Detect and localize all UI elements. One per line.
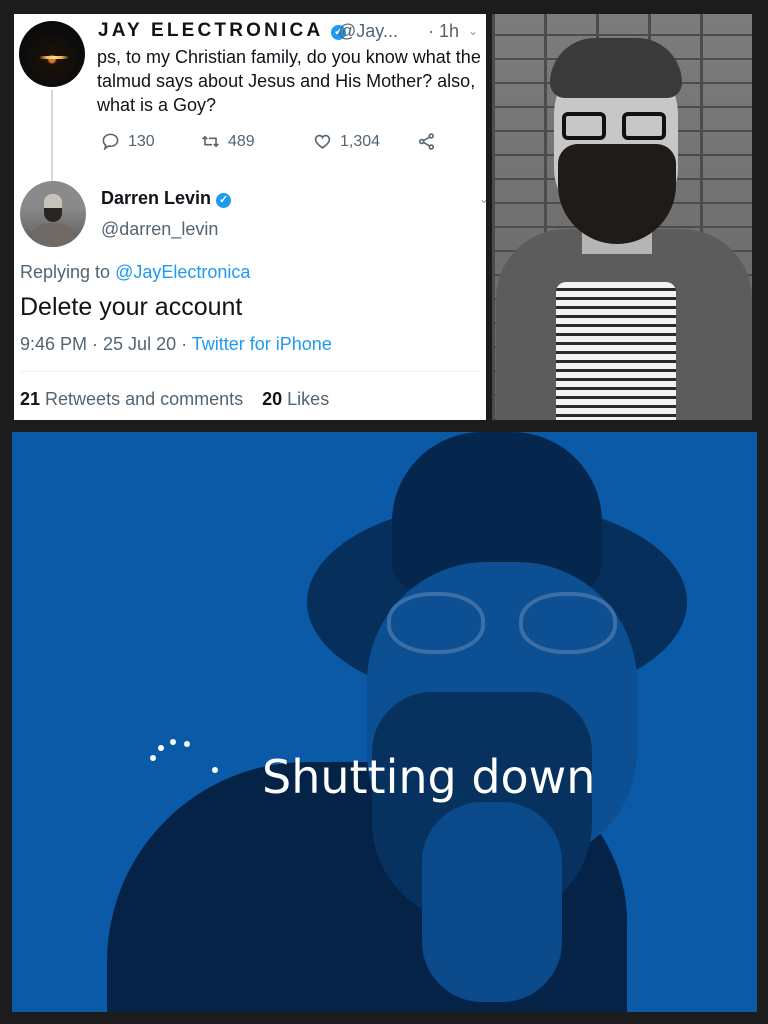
likes-stat[interactable]: 20 Likes xyxy=(262,389,329,409)
retweets-stat[interactable]: 21 Retweets and comments xyxy=(20,389,243,409)
reply-stats: 21 Retweets and comments 20 Likes xyxy=(20,389,329,410)
heart-icon xyxy=(314,134,331,149)
share-button[interactable] xyxy=(417,132,436,151)
tweet-author-handle[interactable]: @Jay... xyxy=(338,21,398,42)
reply-meta: 9:46 PM · 25 Jul 20 · Twitter for iPhone xyxy=(20,334,332,355)
portrait-glasses xyxy=(562,112,670,142)
meme-glasses-left-lens xyxy=(387,592,485,654)
thread-line xyxy=(51,90,53,186)
meme-glasses xyxy=(387,592,627,662)
reply-source-link[interactable]: Twitter for iPhone xyxy=(192,334,332,354)
reply-count: 130 xyxy=(128,132,155,150)
meme-glasses-right-lens xyxy=(519,592,617,654)
portrait-glasses-left-lens xyxy=(562,112,606,140)
loading-spinner-icon xyxy=(150,737,220,777)
reply-text: Delete your account xyxy=(20,293,243,321)
tweet-time[interactable]: · 1h xyxy=(428,21,459,42)
spinner-dot xyxy=(150,755,156,761)
jay-electronica-avatar[interactable] xyxy=(19,21,85,87)
tweet-text: ps, to my Christian family, do you know … xyxy=(97,47,481,115)
likes-stat-count: 20 xyxy=(262,389,283,409)
retweets-stat-count: 21 xyxy=(20,389,41,409)
reply-author-name[interactable]: Darren Levin ✓ xyxy=(101,188,232,209)
reply-timestamp[interactable]: 9:46 PM · 25 Jul 20 · xyxy=(20,334,192,354)
portrait-striped-shirt xyxy=(556,282,676,420)
likes-stat-label: Likes xyxy=(282,389,330,409)
retweets-stat-label: Retweets and comments xyxy=(40,389,244,409)
divider xyxy=(20,371,480,372)
portrait-photo xyxy=(492,14,752,420)
spinner-dot xyxy=(170,739,176,745)
avatar-body xyxy=(32,223,74,247)
tweet-author-name-text: JAY ELECTRONICA xyxy=(98,20,323,41)
reply-icon xyxy=(102,133,119,151)
verified-badge-icon: ✓ xyxy=(216,193,232,208)
tweet-author-name[interactable]: JAY ELECTRONICA ✓ xyxy=(98,20,347,42)
reply-button[interactable]: 130 xyxy=(101,132,155,151)
chevron-down-icon[interactable]: ⌄ xyxy=(468,24,478,38)
darren-levin-avatar[interactable] xyxy=(20,181,86,247)
avatar-glow xyxy=(39,56,69,59)
retweet-count: 489 xyxy=(228,132,255,150)
like-count: 1,304 xyxy=(340,132,381,150)
replying-to-link[interactable]: @JayElectronica xyxy=(115,262,250,282)
meme-hands xyxy=(422,802,562,1002)
shutting-down-text: Shutting down xyxy=(262,750,596,804)
tweet-actions: 130 489 1,304 xyxy=(101,132,441,154)
share-icon xyxy=(418,133,435,150)
reply-author-handle[interactable]: @darren_levin xyxy=(101,219,218,240)
replying-to-prefix: Replying to xyxy=(20,262,116,282)
portrait-hair xyxy=(550,38,682,98)
retweet-icon xyxy=(202,135,219,148)
spinner-dot xyxy=(212,767,218,773)
portrait-glasses-right-lens xyxy=(622,112,666,140)
spinner-dot xyxy=(184,741,190,747)
tweet-panel: JAY ELECTRONICA ✓ @Jay... · 1h ⌄ ps, to … xyxy=(14,14,486,420)
spinner-dot xyxy=(158,745,164,751)
shutting-down-meme: Shutting down xyxy=(12,432,757,1012)
avatar-beard xyxy=(44,208,62,222)
chevron-down-icon[interactable]: ⌄ xyxy=(479,192,486,206)
replying-to: Replying to @JayElectronica xyxy=(20,262,250,283)
retweet-button[interactable]: 489 xyxy=(201,132,255,151)
like-button[interactable]: 1,304 xyxy=(313,132,380,151)
reply-author-name-text: Darren Levin xyxy=(101,188,212,208)
